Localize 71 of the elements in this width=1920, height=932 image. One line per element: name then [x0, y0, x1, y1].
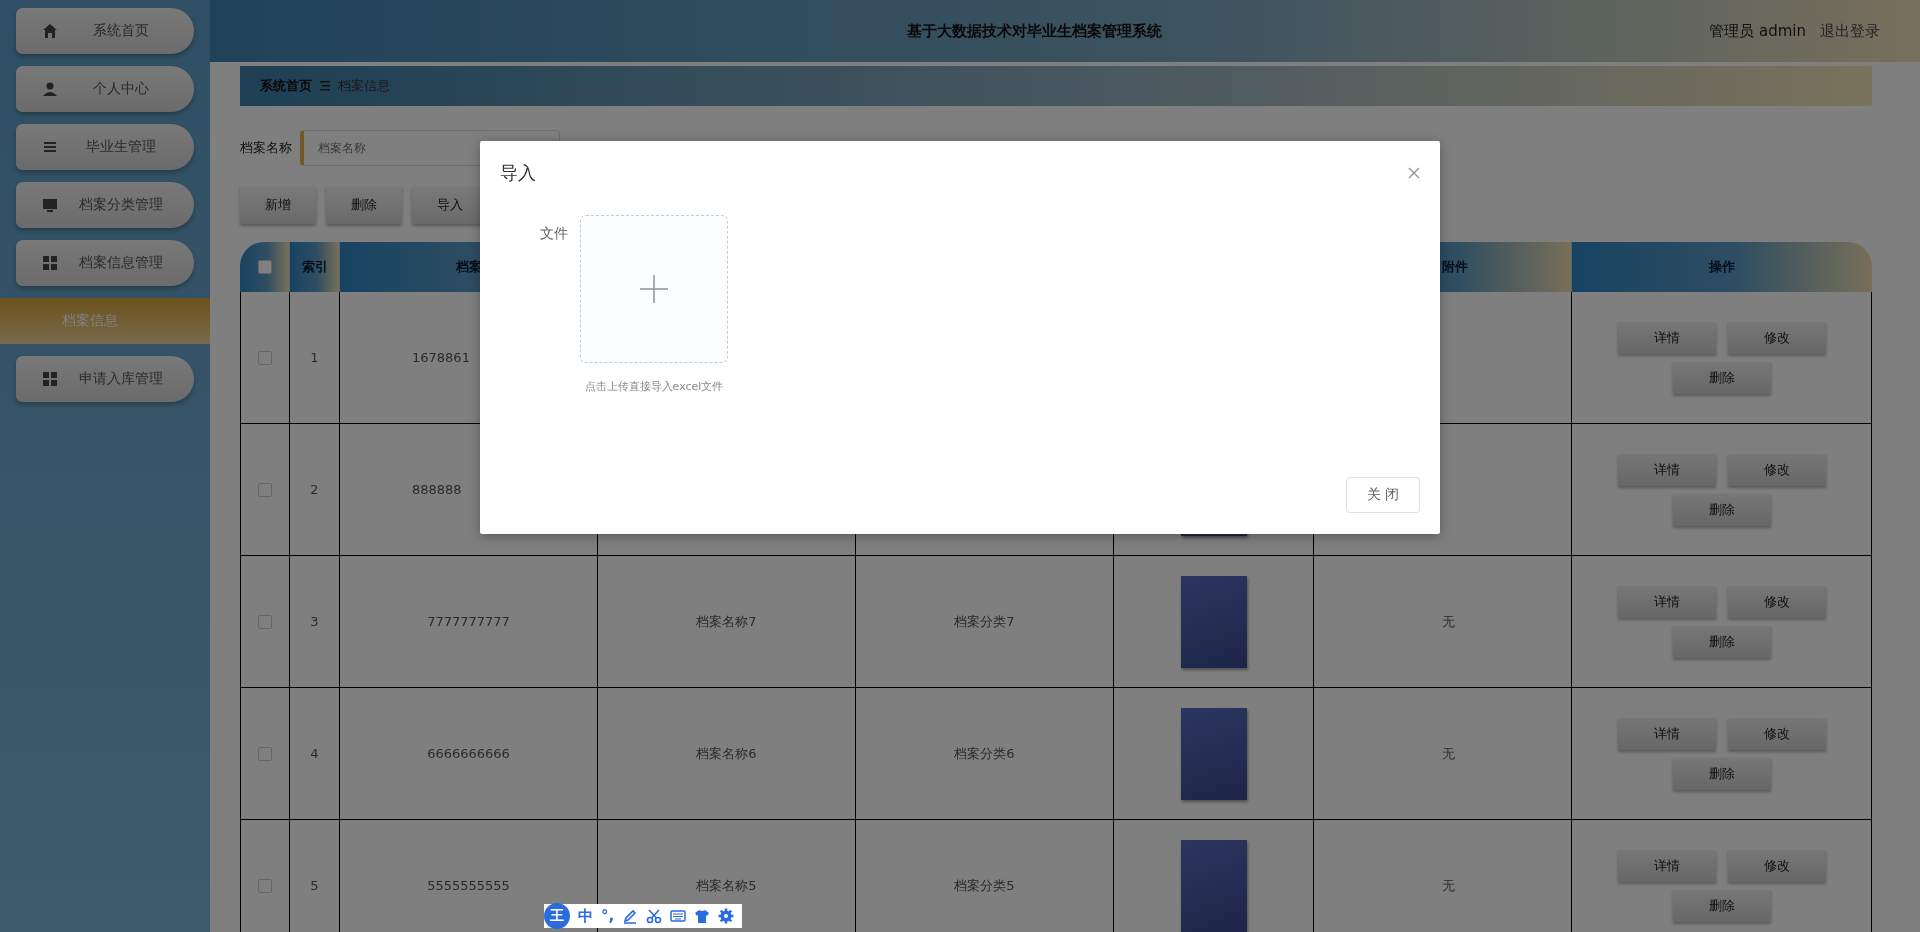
table-cell: 档案名称6 [598, 688, 856, 820]
row-checkbox[interactable] [258, 614, 272, 629]
sidebar-item[interactable]: 系统首页 [16, 8, 194, 54]
row-action-button[interactable]: 详情 [1617, 585, 1716, 618]
shirt-icon[interactable] [694, 908, 711, 924]
scissors-icon[interactable] [646, 908, 663, 924]
sidebar-item[interactable]: 个人中心 [16, 66, 194, 112]
table-cell: 无 [1314, 820, 1572, 932]
row-action-button[interactable]: 修改 [1727, 321, 1826, 354]
column-header: 索引 [290, 242, 340, 292]
table-cell: 档案分类5 [856, 820, 1114, 932]
row-checkbox[interactable] [258, 878, 272, 893]
sidebar-item[interactable]: 申请入库管理 [16, 356, 194, 402]
table-cell: 2 [290, 424, 340, 556]
app-title: 基于大数据技术对毕业生档案管理系统 [906, 21, 1164, 41]
table-cell: 5 [290, 820, 340, 932]
monitor-icon [42, 197, 58, 213]
table-cell: 无 [1314, 556, 1572, 688]
table-cell: 无 [1314, 688, 1572, 820]
list-icon [42, 139, 58, 155]
row-action-button[interactable]: 修改 [1727, 453, 1826, 486]
home-icon [42, 23, 58, 39]
menu-icon [320, 81, 330, 91]
table-cell: 档案名称7 [598, 556, 856, 688]
row-action-button[interactable]: 删除 [1672, 625, 1771, 658]
row-checkbox[interactable] [258, 482, 272, 497]
row-action-button[interactable]: 详情 [1617, 849, 1716, 882]
row-checkbox[interactable] [258, 746, 272, 761]
table-cell: 4 [290, 688, 340, 820]
ime-logo[interactable]: 王 [544, 903, 570, 929]
row-action-button[interactable]: 修改 [1727, 717, 1826, 750]
file-label: 文件 [540, 224, 568, 243]
sidebar-item[interactable]: 档案信息管理 [16, 240, 194, 286]
row-action-button[interactable]: 详情 [1617, 321, 1716, 354]
sidebar-item[interactable]: 毕业生管理 [16, 124, 194, 170]
search-label: 档案名称 [240, 139, 292, 157]
pen-icon[interactable] [622, 908, 639, 924]
settings-icon[interactable] [718, 908, 735, 924]
user-label: 管理员 admin [1709, 21, 1806, 41]
grid-icon [42, 371, 58, 387]
user-icon [42, 81, 58, 97]
sidebar-item[interactable]: 档案分类管理 [16, 182, 194, 228]
select-all-checkbox[interactable] [257, 260, 272, 274]
close-icon[interactable] [1408, 167, 1420, 179]
breadcrumb-current: 档案信息 [338, 77, 390, 95]
table-cell: 6666666666 [340, 688, 598, 820]
grid-icon [42, 255, 58, 271]
keyboard-icon[interactable] [670, 908, 687, 924]
row-action-button[interactable]: 删除 [1672, 757, 1771, 790]
table-cell: 3 [290, 556, 340, 688]
row-action-button[interactable]: 详情 [1617, 717, 1716, 750]
row-action-button[interactable]: 删除 [1672, 889, 1771, 922]
row-action-button[interactable]: 修改 [1727, 849, 1826, 882]
column-header: 操作 [1572, 242, 1872, 292]
close-button[interactable]: 关 闭 [1346, 477, 1420, 513]
logout-link[interactable]: 退出登录 [1820, 21, 1880, 41]
table-cell: 7777777777 [340, 556, 598, 688]
table-cell: 档案分类7 [856, 556, 1114, 688]
row-action-button[interactable]: 修改 [1727, 585, 1826, 618]
ime-mode[interactable]: 中 [578, 906, 593, 926]
table-cell: 1 [290, 292, 340, 424]
ime-punctuation[interactable]: °, [601, 907, 615, 925]
row-checkbox[interactable] [258, 350, 272, 365]
row-action-button[interactable]: 详情 [1617, 453, 1716, 486]
toolbar-button[interactable]: 删除 [326, 186, 402, 224]
table-cell: 档案分类6 [856, 688, 1114, 820]
toolbar-button[interactable]: 新增 [240, 186, 316, 224]
row-action-button[interactable]: 删除 [1672, 361, 1771, 394]
row-action-button[interactable]: 删除 [1672, 493, 1771, 526]
plus-icon [640, 275, 668, 303]
upload-area[interactable] [580, 215, 728, 363]
